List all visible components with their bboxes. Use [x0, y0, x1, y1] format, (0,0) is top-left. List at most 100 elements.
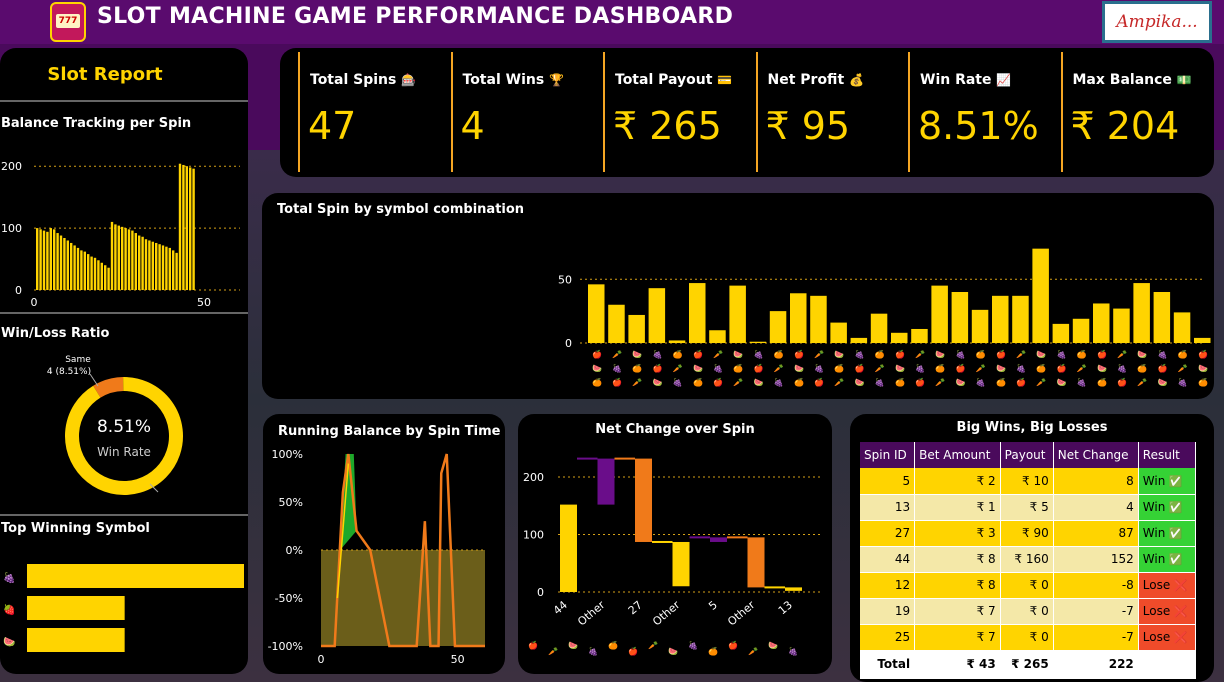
table-cell: 19: [860, 598, 916, 625]
waterfall-connector: [652, 540, 673, 543]
kpi-strip: Total Spins 🎰 47 Total Wins 🏆 4 Total Payout…: [280, 48, 1214, 177]
y-tick-label: 50: [558, 273, 572, 286]
combo-bar: [1153, 292, 1171, 343]
combo-icon: 🍎: [794, 349, 804, 359]
table-cell: Lose ❌: [1138, 572, 1197, 599]
combo-icon: 🍇: [1178, 377, 1188, 387]
balance-bar: [107, 267, 110, 290]
balance-title: Balance Tracking per Spin: [1, 116, 192, 131]
table-cell: 8: [1053, 468, 1139, 495]
table-cell: ₹ 10: [1000, 468, 1054, 495]
table-cell: Lose ❌: [1138, 624, 1197, 651]
donut-slice: [93, 377, 124, 398]
combo-icon: 🍎: [628, 646, 638, 656]
table-cell: ₹ 8: [914, 572, 1001, 599]
waterfall-bar: [747, 537, 765, 588]
combo-bar: [1012, 295, 1029, 343]
top-symbol-chart: 🍇 🍓 🍉: [3, 564, 244, 652]
combo-icon: 🍊: [875, 349, 886, 359]
table-cell: 5: [860, 468, 916, 495]
balance-bar: [172, 250, 175, 290]
y-tick-label: 100: [1, 222, 22, 235]
balance-bar: [158, 244, 161, 290]
combo-bar: [830, 322, 847, 343]
column-header[interactable]: Payout: [1000, 442, 1054, 468]
balance-bar: [36, 228, 39, 290]
combo-icon: 🍇: [688, 640, 698, 650]
table-cell: ₹ 0: [1000, 598, 1054, 625]
combo-icon: 🍉: [733, 350, 743, 359]
column-header[interactable]: Result: [1138, 442, 1197, 468]
kpi-value: 8.51%: [918, 104, 1039, 148]
combo-icon: 🍊: [673, 349, 684, 359]
combo-bar: [951, 292, 969, 343]
combo-icon: 🍉: [996, 364, 1006, 373]
combo-bar: [931, 285, 948, 343]
combo-bar: [1113, 308, 1130, 343]
combo-bar: [1032, 248, 1049, 343]
combo-icon: 🍎: [956, 363, 966, 373]
balance-bar: [110, 221, 114, 290]
x-tick-label: Other: [725, 598, 758, 628]
combo-icon: 🍇: [588, 646, 598, 656]
waterfall-bar: [672, 541, 690, 587]
table-cell: ₹ 7: [914, 598, 1001, 625]
combo-icon: 🍉: [754, 378, 764, 387]
running-balance-panel: Running Balance by Spin Time 100% 50% 0% -5…: [263, 414, 505, 674]
total-cell: 222: [1053, 650, 1139, 679]
combo-icon: 🍉: [592, 364, 602, 373]
combo-icon: 🥕: [1117, 350, 1127, 359]
big-wins-title: Big Wins, Big Losses: [956, 420, 1108, 435]
combo-bar: [628, 314, 645, 343]
kpi-card: Total Wins 🏆 4: [450, 52, 601, 172]
combo-icon: 🍎: [814, 377, 824, 387]
waterfall-bar: [597, 458, 615, 505]
combo-icon: 🍇: [1158, 349, 1168, 359]
column-header[interactable]: Bet Amount: [914, 442, 1001, 468]
balance-bar: [134, 233, 137, 290]
x-tick-label: 0: [318, 653, 325, 666]
balance-bar: [49, 228, 52, 290]
table-header-row: Spin ID Bet Amount Payout Net Change Result: [860, 442, 1197, 468]
kpi-label: Total Spins 🎰: [310, 72, 417, 88]
combo-icon: 🍎: [592, 349, 602, 359]
combo-icon: 🍇: [1077, 377, 1087, 387]
combo-icon: 🍎: [1057, 363, 1067, 373]
combo-icon: 🍊: [1036, 363, 1047, 373]
combo-bar: [668, 340, 686, 343]
combo-bar: [648, 288, 666, 343]
kpi-value: ₹ 204: [1070, 104, 1180, 148]
table-cell: 87: [1053, 520, 1139, 547]
total-cell: ₹ 265: [1000, 650, 1054, 679]
balance-bar: [168, 247, 171, 290]
balance-bar: [148, 240, 151, 290]
column-header[interactable]: Net Change: [1053, 442, 1139, 468]
combo-icon: 🍇: [814, 363, 824, 373]
symbol-bar: [27, 596, 125, 620]
balance-bar: [59, 235, 63, 290]
combo-icon: 🍊: [794, 377, 805, 387]
combo-icon: 🍊: [895, 377, 906, 387]
combo-icon: 🍉: [794, 364, 804, 373]
balance-bar: [66, 240, 69, 290]
combo-bar: [870, 313, 888, 343]
spins-by-combo-panel: Total Spin by symbol combination 0 50 🍎 🍉 🍊 🥕…: [262, 193, 1214, 399]
combo-icon: 🍊: [1077, 349, 1088, 359]
combo-icon: 🍉: [693, 364, 703, 373]
title-bar: SLOT MACHINE GAME PERFORMANCE DASHBOARD …: [0, 0, 1224, 44]
waterfall-bar: [785, 587, 802, 591]
balance-bar: [97, 260, 100, 290]
combo-icon: 🍊: [935, 363, 946, 373]
combo-icon: 🍉: [1137, 350, 1147, 359]
winloss-donut-chart: 8.51%Win RateSame4 (8.51%)Different43 (9…: [47, 355, 183, 495]
table-cell: 13: [860, 494, 916, 521]
running-balance-chart: 100% 50% 0% -50% -100% 0 50: [268, 448, 485, 666]
table-cell: 27: [860, 520, 916, 547]
balance-bar: [114, 224, 117, 290]
combo-icon: 🥕: [774, 364, 784, 373]
balance-bar: [93, 257, 97, 290]
balance-bar: [83, 251, 86, 290]
same-label: Same: [65, 355, 91, 365]
total-cell: Total: [860, 650, 916, 679]
column-header[interactable]: Spin ID: [860, 442, 916, 468]
